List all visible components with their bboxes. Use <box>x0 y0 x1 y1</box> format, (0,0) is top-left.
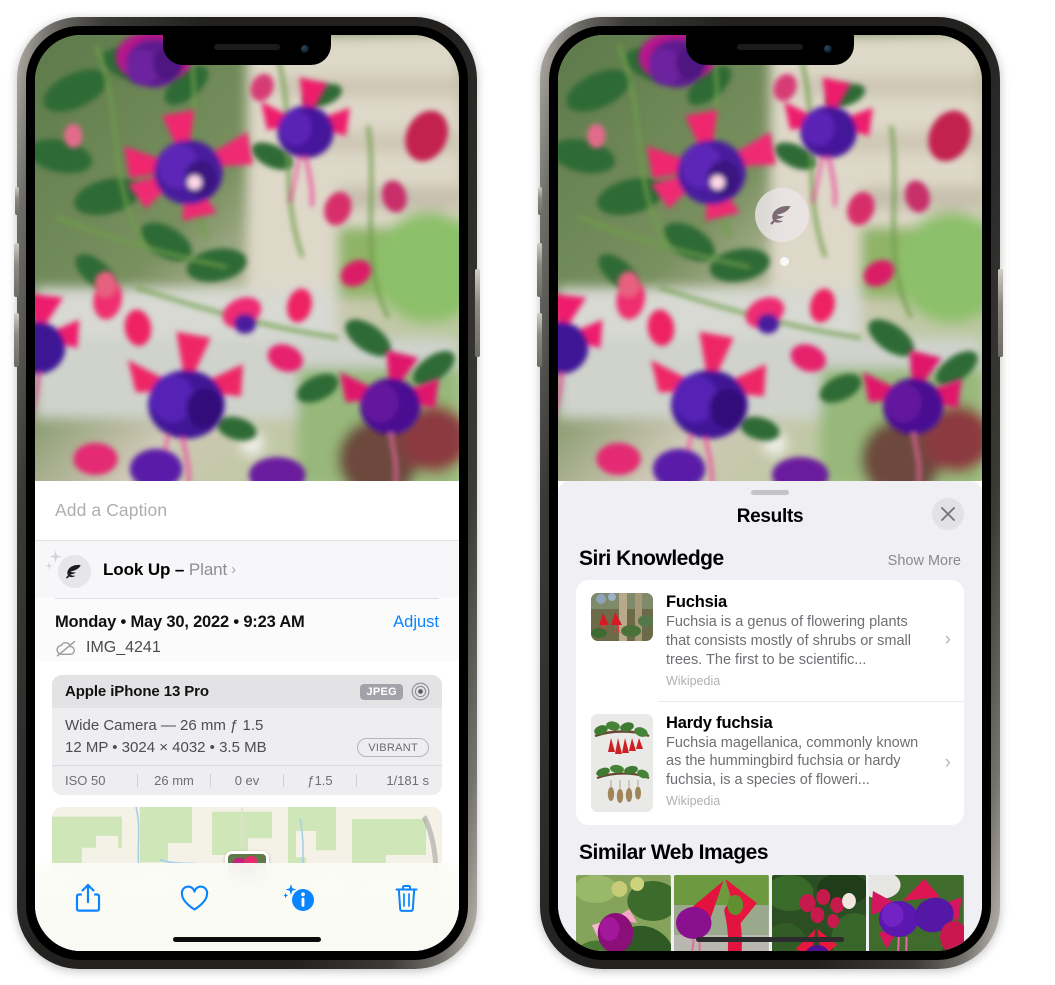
screen-right: Results Siri Knowledge Show More Fuchsia… <box>558 35 982 951</box>
look-up-row[interactable]: Look Up – Plant › <box>35 541 459 598</box>
power-button[interactable] <box>475 269 480 357</box>
exif-body: Wide Camera — 26 mm ƒ 1.5 12 MP • 3024 ×… <box>52 708 442 765</box>
look-up-label: Look Up – Plant <box>103 559 228 579</box>
card-thumbnail <box>591 593 653 641</box>
file-name: IMG_4241 <box>86 639 161 656</box>
format-chip: JPEG <box>360 683 403 700</box>
look-up-icon-wrap <box>45 549 91 588</box>
date-block: Monday • May 30, 2022 • 9:23 AM Adjust I… <box>35 599 459 661</box>
front-camera-icon <box>824 45 832 53</box>
iphone-right: Results Siri Knowledge Show More Fuchsia… <box>537 17 1003 969</box>
phone-bezel-right: Results Siri Knowledge Show More Fuchsia… <box>549 26 991 960</box>
front-camera-icon <box>301 45 309 53</box>
fuchsia-photo <box>35 35 459 481</box>
phone-bezel-left: Add a Caption Look Up – Plant › Monday •… <box>26 26 468 960</box>
close-icon <box>941 507 955 521</box>
trash-icon <box>395 884 417 912</box>
exif-card[interactable]: Apple iPhone 13 Pro JPEG Wide Camera — 2… <box>52 675 442 795</box>
delete-button[interactable] <box>377 876 435 920</box>
style-chip: VIBRANT <box>357 738 429 757</box>
stat-focal: 26 mm <box>154 773 194 788</box>
photo-viewer[interactable] <box>558 35 982 481</box>
mute-switch[interactable] <box>15 187 19 215</box>
siri-knowledge-cards: Fuchsia Fuchsia is a genus of flowering … <box>576 580 964 825</box>
camera-device: Apple iPhone 13 Pro <box>65 683 209 700</box>
speaker-grille-icon <box>737 44 803 50</box>
cloud-slash-icon <box>56 640 76 657</box>
show-more-button[interactable]: Show More <box>888 553 961 569</box>
screen-left: Add a Caption Look Up – Plant › Monday •… <box>35 35 459 951</box>
knowledge-card[interactable]: Hardy fuchsia Fuchsia magellanica, commo… <box>576 700 964 825</box>
adjust-button[interactable]: Adjust <box>393 613 439 632</box>
stat-ev: 0 ev <box>234 773 260 788</box>
card-description: Fuchsia is a genus of flowering plants t… <box>666 614 911 668</box>
info-sparkle-icon <box>284 884 314 911</box>
volume-down-button[interactable] <box>14 313 19 367</box>
caption-row[interactable]: Add a Caption <box>35 481 459 541</box>
mute-switch[interactable] <box>538 187 542 215</box>
stat-iso: ISO 50 <box>65 773 106 788</box>
volume-up-button[interactable] <box>537 243 542 297</box>
card-body: Fuchsia Fuchsia is a genus of flowering … <box>666 593 932 688</box>
results-sheet: Results Siri Knowledge Show More Fuchsia… <box>558 481 982 951</box>
siri-knowledge-title: Siri Knowledge <box>579 547 724 570</box>
card-title: Fuchsia <box>666 593 727 611</box>
volume-up-button[interactable] <box>14 243 19 297</box>
stat-shutter: 1/181 s <box>386 773 429 788</box>
chevron-right-icon: › <box>944 751 951 773</box>
fuchsia-photo <box>558 35 982 481</box>
close-button[interactable] <box>932 498 964 530</box>
web-image-1 <box>576 874 671 951</box>
lens-info: Wide Camera — 26 mm ƒ 1.5 <box>65 717 264 734</box>
caption-placeholder: Add a Caption <box>55 500 168 520</box>
raw-circle-icon[interactable] <box>411 682 430 701</box>
results-header: Results <box>558 495 982 539</box>
image-size-info: 12 MP • 3024 × 4032 • 3.5 MB <box>65 739 267 756</box>
card-description: Fuchsia magellanica, commonly known as t… <box>666 734 919 789</box>
web-image-4 <box>869 874 964 951</box>
card-thumbnail <box>591 713 653 812</box>
leaf-icon <box>66 564 83 578</box>
volume-down-button[interactable] <box>537 313 542 367</box>
speaker-grille-icon <box>214 44 280 50</box>
power-button[interactable] <box>998 269 1003 357</box>
hardy-fuchsia-thumb-image <box>591 713 653 812</box>
stat-aperture: ƒ1.5 <box>307 773 333 788</box>
fuchsia-thumb-image <box>591 593 653 641</box>
favorite-button[interactable] <box>165 876 223 920</box>
chevron-right-icon: › <box>944 629 951 651</box>
home-indicator[interactable] <box>696 937 844 942</box>
exif-stats-row: ISO 50 26 mm 0 ev ƒ1.5 1/181 s <box>52 765 442 795</box>
leaf-badge-circle <box>58 554 91 588</box>
notch-left <box>163 35 331 65</box>
similar-web-images-header: Similar Web Images <box>558 825 982 871</box>
results-title: Results <box>736 506 804 527</box>
info-button[interactable] <box>271 876 329 920</box>
leaf-icon <box>770 205 793 225</box>
share-button[interactable] <box>59 876 117 920</box>
sparkle-small-icon <box>45 561 53 570</box>
card-body: Hardy fuchsia Fuchsia magellanica, commo… <box>666 714 932 809</box>
visual-lookup-badge[interactable] <box>755 188 809 242</box>
similar-web-images-title: Similar Web Images <box>579 840 769 864</box>
photo-viewer[interactable] <box>35 35 459 481</box>
photo-date: Monday • May 30, 2022 • 9:23 AM <box>55 613 305 631</box>
share-icon <box>75 883 101 912</box>
home-indicator[interactable] <box>173 937 321 942</box>
knowledge-card[interactable]: Fuchsia Fuchsia is a genus of flowering … <box>576 580 964 701</box>
heart-icon <box>180 885 208 911</box>
visual-lookup-anchor-dot <box>780 257 789 266</box>
web-image-thumb[interactable] <box>576 874 671 951</box>
iphone-left: Add a Caption Look Up – Plant › Monday •… <box>14 17 480 969</box>
siri-knowledge-header: Siri Knowledge Show More <box>558 539 982 580</box>
card-source: Wikipedia <box>666 794 721 809</box>
photo-info-sheet: Add a Caption Look Up – Plant › Monday •… <box>35 481 459 951</box>
card-title: Hardy fuchsia <box>666 713 773 732</box>
exif-header: Apple iPhone 13 Pro JPEG <box>52 675 442 708</box>
chevron-right-icon: › <box>231 561 237 578</box>
screenshot-stage: Add a Caption Look Up – Plant › Monday •… <box>0 0 1055 985</box>
card-source: Wikipedia <box>666 673 721 688</box>
notch-right <box>686 35 854 65</box>
web-image-thumb[interactable] <box>869 874 964 951</box>
